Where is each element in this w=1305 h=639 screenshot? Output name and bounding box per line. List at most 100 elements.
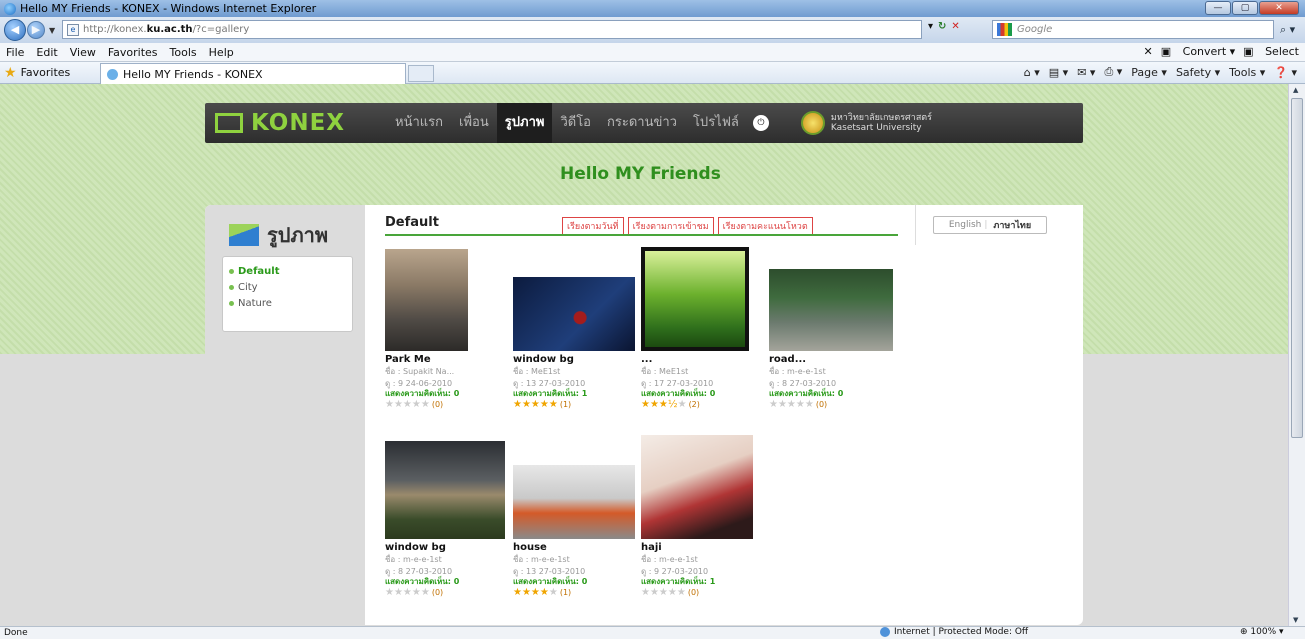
photo-title[interactable]: window bg bbox=[385, 542, 505, 553]
sort-by-date-button[interactable]: เรียงตามวันที่ bbox=[562, 217, 624, 235]
university-brand: มหาวิทยาลัยเกษตรศาสตร์ Kasetsart Univers… bbox=[800, 111, 932, 135]
photo-rating[interactable]: ★★★★★ (1) bbox=[513, 587, 633, 599]
scroll-down-icon[interactable]: ▼ bbox=[1293, 616, 1298, 624]
menu-file[interactable]: File bbox=[0, 46, 30, 59]
close-toolbar-icon[interactable]: ✕ bbox=[1144, 45, 1153, 58]
photo-title[interactable]: window bg bbox=[513, 354, 633, 365]
menu-edit[interactable]: Edit bbox=[30, 46, 63, 59]
minimize-button[interactable]: — bbox=[1205, 1, 1231, 15]
close-button[interactable]: ✕ bbox=[1259, 1, 1299, 15]
nav-board[interactable]: กระดานข่าว bbox=[599, 103, 685, 143]
photo-comments[interactable]: แสดงความคิดเห็น: 0 bbox=[769, 389, 889, 399]
photo-title[interactable]: road... bbox=[769, 354, 889, 365]
album-list: Default City Nature bbox=[222, 256, 353, 332]
mail-icon[interactable]: ✉ ▾ bbox=[1077, 66, 1095, 79]
photo-comments[interactable]: แสดงความคิดเห็น: 0 bbox=[385, 389, 505, 399]
favorites-button[interactable]: Favorites bbox=[21, 66, 71, 79]
site-logo[interactable]: KONEX bbox=[215, 110, 345, 136]
scrollbar-thumb[interactable] bbox=[1291, 98, 1303, 438]
photo-title[interactable]: ... bbox=[641, 354, 761, 365]
photo-rating[interactable]: ★★★★★ (1) bbox=[513, 399, 633, 411]
lang-english-link[interactable]: English bbox=[949, 220, 982, 230]
photo-rating[interactable]: ★★★½★ (2) bbox=[641, 399, 761, 411]
feeds-icon[interactable]: ▤ ▾ bbox=[1049, 66, 1068, 79]
address-toolbar: ◀ ▶ ▼ e http://konex. ku.ac.th/?c=gallery… bbox=[0, 17, 1305, 43]
album-nature[interactable]: Nature bbox=[229, 298, 352, 309]
help-icon[interactable]: ❓ ▾ bbox=[1274, 66, 1297, 79]
history-dropdown-icon[interactable]: ▼ bbox=[49, 26, 55, 35]
lang-thai-link[interactable]: ภาษาไทย bbox=[993, 218, 1031, 232]
convert-button[interactable]: ▣ Convert ▾ bbox=[1161, 45, 1235, 58]
page-scrollbar[interactable]: ▲ ▼ bbox=[1288, 84, 1305, 626]
bullet-icon bbox=[229, 301, 234, 306]
menu-favorites[interactable]: Favorites bbox=[102, 46, 164, 59]
search-input[interactable]: Google bbox=[992, 20, 1274, 39]
nav-profile[interactable]: โปรไฟล์ bbox=[685, 103, 747, 143]
album-city[interactable]: City bbox=[229, 282, 352, 293]
forward-button[interactable]: ▶ bbox=[27, 21, 45, 39]
photo-title[interactable]: house bbox=[513, 542, 633, 553]
new-tab-button[interactable] bbox=[408, 65, 434, 82]
home-icon[interactable]: ⌂ ▾ bbox=[1024, 66, 1040, 79]
back-button[interactable]: ◀ bbox=[4, 19, 26, 41]
refresh-icon[interactable]: ↻ bbox=[938, 21, 946, 32]
photo-comments[interactable]: แสดงความคิดเห็น: 1 bbox=[513, 389, 633, 399]
nav-video[interactable]: วิดีโอ bbox=[552, 103, 599, 143]
menu-view[interactable]: View bbox=[64, 46, 102, 59]
stop-icon[interactable]: ✕ bbox=[951, 21, 959, 32]
logout-icon[interactable]: ⏻ bbox=[752, 115, 769, 131]
browser-tab[interactable]: Hello MY Friends - KONEX bbox=[100, 63, 406, 84]
menu-bar: File Edit View Favorites Tools Help ✕ ▣ … bbox=[0, 43, 1305, 62]
address-dropdown-icon[interactable]: ▾ bbox=[928, 21, 933, 32]
photo-comments[interactable]: แสดงความคิดเห็น: 0 bbox=[641, 389, 761, 399]
photo-title[interactable]: haji bbox=[641, 542, 761, 553]
bullet-icon bbox=[229, 285, 234, 290]
menu-tools[interactable]: Tools bbox=[164, 46, 203, 59]
photo-thumbnail[interactable] bbox=[513, 465, 635, 539]
address-input[interactable]: e http://konex. ku.ac.th/?c=gallery bbox=[62, 20, 922, 39]
title-bar: Hello MY Friends - KONEX - Windows Inter… bbox=[0, 0, 1305, 17]
tools-menu[interactable]: Tools ▾ bbox=[1229, 66, 1265, 79]
search-icon[interactable]: ⌕ ▾ bbox=[1280, 23, 1295, 37]
vote-count: (1) bbox=[559, 400, 572, 409]
photo-thumbnail[interactable] bbox=[641, 435, 753, 539]
security-zone[interactable]: Internet | Protected Mode: Off bbox=[880, 627, 1028, 637]
photo-comments[interactable]: แสดงความคิดเห็น: 0 bbox=[385, 577, 505, 587]
print-icon[interactable]: ⎙ ▾ bbox=[1104, 65, 1122, 79]
select-button[interactable]: ▣ Select bbox=[1243, 45, 1299, 58]
photo-owner: ชื่อ : MeE1st bbox=[513, 367, 561, 376]
zoom-control[interactable]: ⊕ 100% ▾ bbox=[1240, 627, 1284, 637]
sort-by-views-button[interactable]: เรียงตามการเข้าชม bbox=[627, 217, 714, 235]
nav-friends[interactable]: เพื่อน bbox=[451, 103, 497, 143]
window-controls: — ▢ ✕ bbox=[1204, 1, 1299, 15]
photo-thumbnail[interactable] bbox=[769, 269, 893, 351]
vote-count: (0) bbox=[815, 400, 828, 409]
sort-by-votes-button[interactable]: เรียงตามคะแนนโหวต bbox=[717, 217, 813, 235]
photo-rating[interactable]: ★★★★★ (0) bbox=[385, 399, 505, 411]
photo-rating[interactable]: ★★★★★ (0) bbox=[385, 587, 505, 599]
photo-thumbnail[interactable] bbox=[641, 247, 749, 351]
photo-thumbnail[interactable] bbox=[385, 441, 505, 539]
album-default[interactable]: Default bbox=[229, 266, 352, 277]
photo-thumbnail[interactable] bbox=[385, 249, 468, 351]
photo-rating[interactable]: ★★★★★ (0) bbox=[769, 399, 889, 411]
menu-help[interactable]: Help bbox=[203, 46, 240, 59]
gallery-sidebar: รูปภาพ Default City Nature bbox=[205, 205, 365, 625]
photo-thumbnail[interactable] bbox=[513, 277, 635, 351]
photo-comments[interactable]: แสดงความคิดเห็น: 0 bbox=[513, 577, 633, 587]
photo-views-date: ดู : 17 27-03-2010 bbox=[641, 379, 714, 388]
logo-box-icon bbox=[215, 113, 243, 133]
maximize-button[interactable]: ▢ bbox=[1232, 1, 1258, 15]
album-heading: Default bbox=[385, 215, 439, 230]
photo-comments[interactable]: แสดงความคิดเห็น: 1 bbox=[641, 577, 761, 587]
photo-card: house ชื่อ : m-e-e-1st ดู : 13 27-03-201… bbox=[513, 435, 635, 599]
nav-photos[interactable]: รูปภาพ bbox=[496, 103, 553, 143]
photo-title[interactable]: Park Me bbox=[385, 354, 505, 365]
nav-home[interactable]: หน้าแรก bbox=[387, 103, 451, 143]
scroll-up-icon[interactable]: ▲ bbox=[1293, 86, 1298, 94]
page-menu[interactable]: Page ▾ bbox=[1131, 66, 1167, 79]
safety-menu[interactable]: Safety ▾ bbox=[1176, 66, 1220, 79]
photo-rating[interactable]: ★★★★★ (0) bbox=[641, 587, 761, 599]
photo-owner: ชื่อ : m-e-e-1st bbox=[769, 367, 826, 376]
favorites-star-icon[interactable]: ★ bbox=[4, 65, 17, 81]
